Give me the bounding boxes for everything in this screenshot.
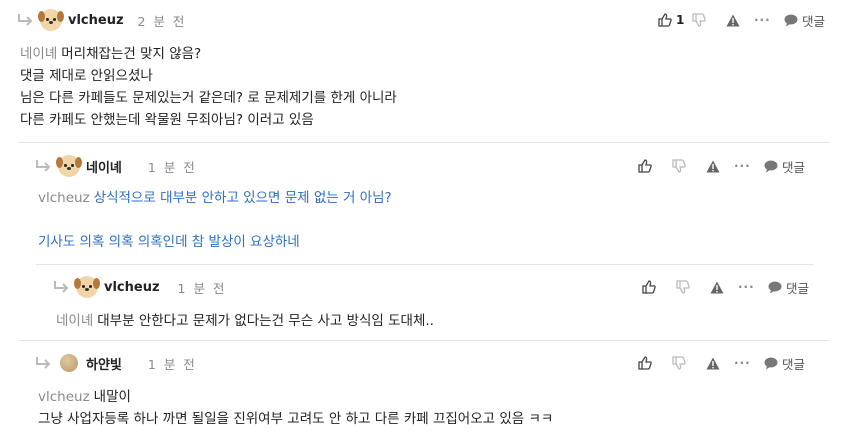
reply-button[interactable]: 댓글 xyxy=(764,351,810,375)
reply-arrow-icon xyxy=(54,281,69,293)
warning-icon xyxy=(706,357,720,369)
mention[interactable]: 네이녜 xyxy=(20,46,57,62)
author-name[interactable]: vlcheuz xyxy=(104,280,160,295)
thumbs-down-icon xyxy=(676,280,690,294)
warning-icon xyxy=(710,281,724,293)
reply-label: 댓글 xyxy=(782,159,806,175)
thumbs-up-icon xyxy=(638,159,652,173)
warning-icon xyxy=(726,14,740,26)
more-button[interactable]: ··· xyxy=(734,351,764,375)
thumbs-down-icon xyxy=(692,13,706,27)
reply-label: 댓글 xyxy=(782,356,806,372)
comment-header: 네이녜 1 분 전 ··· 댓글 xyxy=(18,154,830,178)
speech-bubble-icon xyxy=(764,357,778,369)
dislike-button[interactable] xyxy=(676,275,710,299)
dislike-button[interactable] xyxy=(672,154,706,178)
comment: 네이녜 1 분 전 ··· 댓글 vlcheuz 상식적으로 대부분 안하고 있으… xyxy=(18,142,830,264)
timestamp: 1 분 전 xyxy=(147,356,197,372)
like-button[interactable] xyxy=(638,154,672,178)
comment: vlcheuz 1 분 전 ··· 댓글 네이녜 대부분 안한다고 문제가 없다는… xyxy=(36,264,814,340)
report-button[interactable] xyxy=(726,8,754,32)
comment-line: 상식적으로 대부분 안하고 있으면 문제 없는 거 아님? xyxy=(93,190,392,206)
avatar[interactable] xyxy=(38,9,64,31)
comment-body: vlcheuz 내말이 그냥 사업자등록 하나 까면 될일을 진위여부 고려도 안… xyxy=(38,386,810,430)
reply-button[interactable]: 댓글 xyxy=(784,8,830,32)
comment-line: 머리채잡는건 맞지 않음? xyxy=(61,46,202,62)
comment-body: vlcheuz 상식적으로 대부분 안하고 있으면 문제 없는 거 아님? 기사도… xyxy=(38,187,810,253)
comment-body: 네이녜 머리채잡는건 맞지 않음? 댓글 제대로 안읽으셨나 님은 다른 카페들도… xyxy=(20,43,830,131)
timestamp: 1 분 전 xyxy=(147,159,197,175)
comment-header: 하얀빛 1 분 전 ··· 댓글 xyxy=(18,351,830,375)
like-button[interactable] xyxy=(638,351,672,375)
dislike-button[interactable] xyxy=(672,351,706,375)
thumbs-up-icon xyxy=(638,356,652,370)
speech-bubble-icon xyxy=(764,160,778,172)
comment-actions: ··· 댓글 xyxy=(638,154,810,178)
comment: 하얀빛 1 분 전 ··· 댓글 vlcheuz 내말이 그냥 사업자등록 하나 … xyxy=(18,340,830,437)
comment-header: vlcheuz 1 분 전 ··· 댓글 xyxy=(36,275,814,299)
thumbs-up-icon xyxy=(642,280,656,294)
avatar[interactable] xyxy=(60,354,78,372)
reply-arrow-icon xyxy=(18,14,33,26)
comment-header: vlcheuz 2 분 전 1 ··· 댓글 xyxy=(0,8,850,32)
timestamp: 1 분 전 xyxy=(177,280,227,296)
like-button[interactable] xyxy=(642,275,676,299)
mention[interactable]: 네이녜 xyxy=(56,313,93,329)
thumbs-up-icon xyxy=(658,13,672,27)
speech-bubble-icon xyxy=(784,14,798,26)
author-name[interactable]: vlcheuz xyxy=(68,13,124,28)
like-count: 1 xyxy=(676,13,685,27)
warning-icon xyxy=(706,160,720,172)
comment: vlcheuz 2 분 전 1 ··· 댓글 네이녜 머리채잡는건 맞지 않음? … xyxy=(0,0,850,142)
more-button[interactable]: ··· xyxy=(754,8,784,32)
more-button[interactable]: ··· xyxy=(738,275,768,299)
comment-line: 그냥 사업자등록 하나 까면 될일을 진위여부 고려도 안 하고 다른 카페 끄… xyxy=(38,411,554,427)
reply-label: 댓글 xyxy=(802,13,826,29)
mention[interactable]: vlcheuz xyxy=(38,389,90,405)
comment-actions: ··· 댓글 xyxy=(642,275,814,299)
author-name[interactable]: 네이녜 xyxy=(86,157,122,176)
comment-actions: 1 ··· 댓글 xyxy=(658,8,830,32)
author-name[interactable]: 하얀빛 xyxy=(86,354,122,373)
reply-label: 댓글 xyxy=(786,280,810,296)
comment-actions: ··· 댓글 xyxy=(638,351,810,375)
comment-line: 대부분 안한다고 문제가 없다는건 무슨 사고 방식임 도대체.. xyxy=(97,313,434,329)
mention[interactable]: vlcheuz xyxy=(38,190,90,206)
comment-line: 다른 카페도 안했는데 왁물원 무죄아님? 이러고 있음 xyxy=(20,112,314,128)
reply-arrow-icon xyxy=(36,160,51,172)
dislike-button[interactable] xyxy=(692,8,726,32)
comment-body: 네이녜 대부분 안한다고 문제가 없다는건 무슨 사고 방식임 도대체.. xyxy=(56,310,794,332)
reply-arrow-icon xyxy=(36,357,51,369)
speech-bubble-icon xyxy=(768,281,782,293)
comment-line: 님은 다른 카페들도 문제있는거 같은데? 로 문제제기를 한게 아니라 xyxy=(20,90,397,106)
comment-line: 기사도 의혹 의혹 의혹인데 참 발상이 요상하네 xyxy=(38,234,300,250)
avatar[interactable] xyxy=(74,276,100,298)
thumbs-down-icon xyxy=(672,356,686,370)
more-button[interactable]: ··· xyxy=(734,154,764,178)
comment-line: 내말이 xyxy=(93,389,131,405)
report-button[interactable] xyxy=(706,154,734,178)
comment-line: 댓글 제대로 안읽으셨나 xyxy=(20,68,153,84)
reply-button[interactable]: 댓글 xyxy=(768,275,814,299)
reply-button[interactable]: 댓글 xyxy=(764,154,810,178)
report-button[interactable] xyxy=(710,275,738,299)
thumbs-down-icon xyxy=(672,159,686,173)
avatar[interactable] xyxy=(56,155,82,177)
timestamp: 2 분 전 xyxy=(137,13,187,29)
report-button[interactable] xyxy=(706,351,734,375)
like-button[interactable]: 1 xyxy=(658,8,692,32)
